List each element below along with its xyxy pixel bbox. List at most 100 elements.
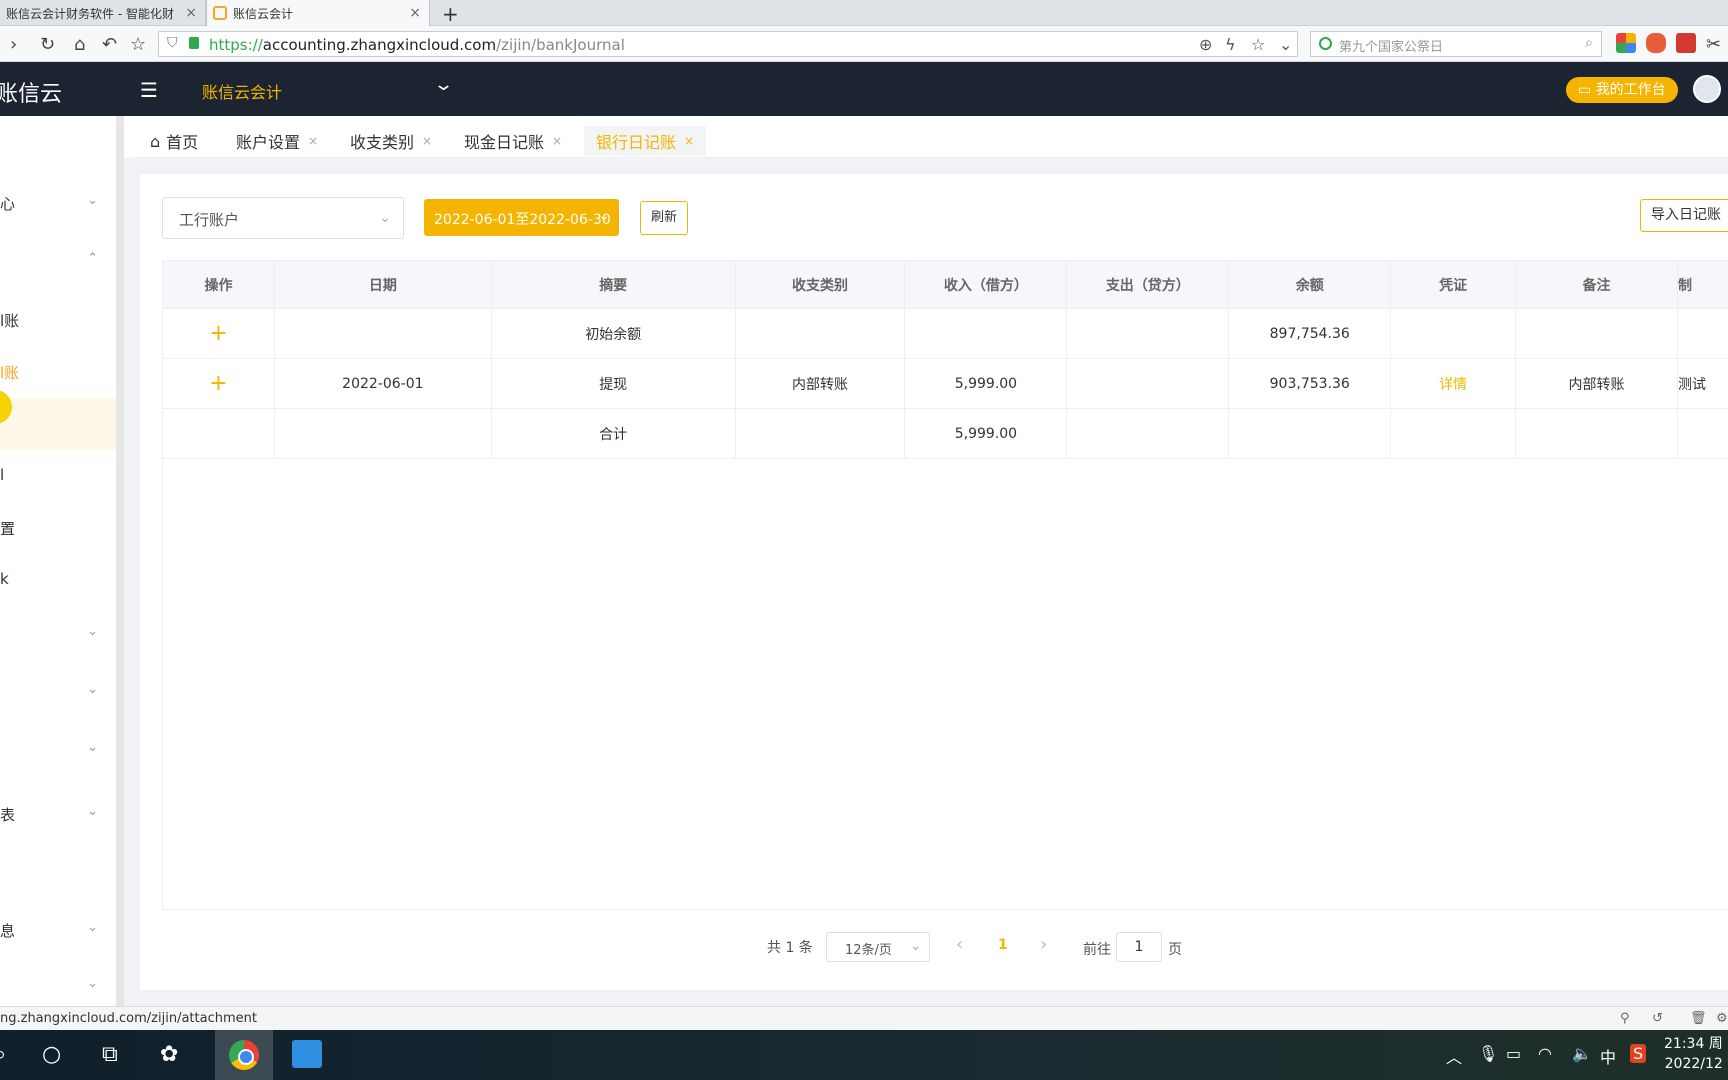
scissors-icon[interactable]: ✂ [1706, 34, 1721, 55]
folder-icon[interactable] [292, 1040, 322, 1068]
cell-remark: 内部转账 [1515, 358, 1678, 409]
new-tab-icon[interactable]: + [442, 2, 459, 26]
tab-label: 账户设置 [236, 133, 301, 152]
tab-category[interactable]: 收支类别 × [350, 126, 432, 156]
prev-page-icon[interactable]: ‹ [956, 934, 963, 955]
cell-maker [1676, 408, 1728, 459]
os-taskbar: ⌕ ○ ⧉ ✿ ︿ 🎙 ▭ ◠ 🔈 中 S 21:34 周 2022/12 [0, 1030, 1728, 1080]
forward-icon[interactable]: › [10, 34, 17, 55]
refresh-button[interactable]: 刷新 [640, 201, 688, 235]
add-row-button[interactable]: + [162, 358, 275, 409]
sidebar-item-4[interactable]: l账 [0, 362, 108, 382]
date-range-picker[interactable]: 2022-06-01至2022-06-30 ⌄ [424, 199, 619, 236]
menu-toggle-icon[interactable]: ☰ [140, 78, 158, 102]
voucher-detail-link[interactable]: 详情 [1390, 358, 1517, 409]
trash-icon[interactable]: 🗑 [1690, 1011, 1707, 1026]
home-icon[interactable]: ⌂ [74, 34, 85, 55]
app-launcher-icon[interactable]: ✿ [160, 1042, 178, 1067]
tab-bank-journal[interactable]: 银行日记账 × [584, 126, 707, 156]
wifi-icon[interactable]: ◠ [1538, 1044, 1552, 1063]
cell-summary: 合计 [490, 408, 736, 459]
goto-page-input[interactable]: 1 [1116, 932, 1162, 962]
browser-tab-strip: 账信云会计财务软件 - 智能化财 × 账信云会计 × + [0, 0, 1728, 26]
bookmark-star-icon[interactable]: ☆ [130, 34, 146, 55]
sidebar-item-11[interactable]: 表 ⌄ [0, 804, 108, 824]
lock-icon [189, 37, 199, 49]
reload-icon[interactable]: ↻ [40, 34, 55, 55]
add-row-button[interactable]: + [162, 308, 275, 359]
tab-cash-journal[interactable]: 现金日记账 × [464, 126, 562, 156]
sidebar-item-9[interactable]: ⌄ [0, 682, 108, 702]
battery-icon[interactable]: ▭ [1506, 1044, 1521, 1063]
browser-tab-2[interactable]: 账信云会计 × [206, 0, 430, 26]
avatar[interactable] [1693, 75, 1721, 103]
search-icon[interactable]: ⌕ [0, 1042, 6, 1067]
flash-icon[interactable]: ϟ [1225, 35, 1236, 54]
sidebar-item-12[interactable]: 息 ⌄ [0, 920, 108, 940]
cell-summary: 提现 [490, 358, 736, 409]
close-icon[interactable]: × [308, 134, 318, 148]
sidebar-item-3[interactable]: l账 [0, 310, 108, 330]
chevron-up-icon: ⌃ [87, 251, 98, 266]
tab-account-settings[interactable]: 账户设置 × [236, 126, 318, 156]
browser-icon[interactable] [229, 1040, 259, 1070]
tab-label: 现金日记账 [464, 133, 545, 152]
sidebar-item-13[interactable]: ⌄ [0, 976, 108, 996]
favorite-star-icon[interactable]: ☆ [1251, 35, 1265, 54]
app-header: 账信云 ☰ 账信云会计 ⌄ ▭ 我的工作台 [0, 62, 1728, 116]
sidebar-item-10[interactable]: ⌄ [0, 740, 108, 760]
sidebar-item-7[interactable]: k [0, 570, 108, 590]
sogou-icon[interactable]: S [1630, 1044, 1647, 1063]
column-header: 支出（贷方） [1066, 260, 1230, 309]
tab-home[interactable]: ⌂ 首页 [150, 126, 198, 156]
task-view-icon[interactable]: ⧉ [102, 1042, 118, 1067]
account-select[interactable]: 工行账户 ⌄ [162, 197, 404, 239]
next-page-icon[interactable]: › [1040, 934, 1047, 955]
goto-label: 前往 [1083, 942, 1111, 958]
sidebar-item-8[interactable]: ⌄ [0, 624, 108, 644]
search-input[interactable]: 第九个国家公祭日 ⌕ [1310, 31, 1602, 57]
cortana-icon[interactable]: ○ [42, 1042, 61, 1067]
chevron-down-icon[interactable]: ⌄ [1279, 35, 1292, 54]
close-icon[interactable]: × [552, 134, 562, 148]
browser-tab-title: 账信云会计 [233, 6, 294, 21]
chevron-down-icon[interactable]: ⌄ [433, 74, 454, 95]
chevron-down-icon: ⌄ [87, 193, 98, 208]
search-icon[interactable]: ⌕ [1585, 35, 1593, 51]
import-journal-button[interactable]: 导入日记账 [1640, 199, 1728, 232]
pin-icon[interactable]: ⚲ [1620, 1011, 1630, 1026]
workbench-button[interactable]: ▭ 我的工作台 [1566, 77, 1678, 103]
account-select-value: 工行账户 [179, 211, 240, 229]
sidebar-item-2[interactable]: ⌃ [0, 251, 108, 271]
extension-icon[interactable] [1676, 33, 1696, 53]
sidebar-item-5[interactable]: l [0, 466, 108, 486]
close-icon[interactable]: × [185, 5, 197, 21]
zoom-icon[interactable]: ⊕ [1199, 35, 1212, 54]
sidebar-item-6[interactable]: 置 [0, 518, 108, 538]
undo-icon[interactable]: ↶ [102, 34, 117, 55]
current-page-number[interactable]: 1 [998, 937, 1008, 953]
refresh-icon[interactable]: ↺ [1652, 1011, 1663, 1026]
microphone-icon[interactable]: 🎙 [1478, 1044, 1498, 1063]
sidebar-scrollbar[interactable] [116, 116, 124, 1006]
close-icon[interactable]: × [422, 134, 432, 148]
sidebar-item-label: 置 [0, 520, 16, 538]
url-field[interactable]: ⛉ https://accounting.zhangxincloud.com/z… [158, 31, 1298, 57]
browser-tab-1[interactable]: 账信云会计财务软件 - 智能化财 × [0, 0, 206, 26]
settings-icon[interactable]: ⚙ [1716, 1011, 1728, 1026]
clock-date: 2022/12 [1664, 1056, 1723, 1072]
sidebar-item-1[interactable]: 心 ⌄ [0, 193, 108, 213]
apps-icon[interactable] [1616, 33, 1636, 53]
page-size-select[interactable]: 12条/页 ⌄ [826, 932, 930, 962]
sidebar-item-label: l [0, 466, 5, 484]
chevron-up-icon[interactable]: ︿ [1446, 1044, 1462, 1068]
close-icon[interactable]: × [684, 134, 694, 148]
close-icon[interactable]: × [409, 5, 421, 21]
cell-category [734, 408, 906, 459]
home-icon: ⌂ [150, 131, 161, 151]
game-icon[interactable] [1646, 33, 1666, 53]
company-name[interactable]: 账信云会计 [202, 79, 282, 103]
system-clock[interactable]: 21:34 周 2022/12 [1664, 1034, 1723, 1074]
volume-icon[interactable]: 🔈 [1572, 1044, 1592, 1063]
ime-indicator[interactable]: 中 [1600, 1044, 1616, 1068]
